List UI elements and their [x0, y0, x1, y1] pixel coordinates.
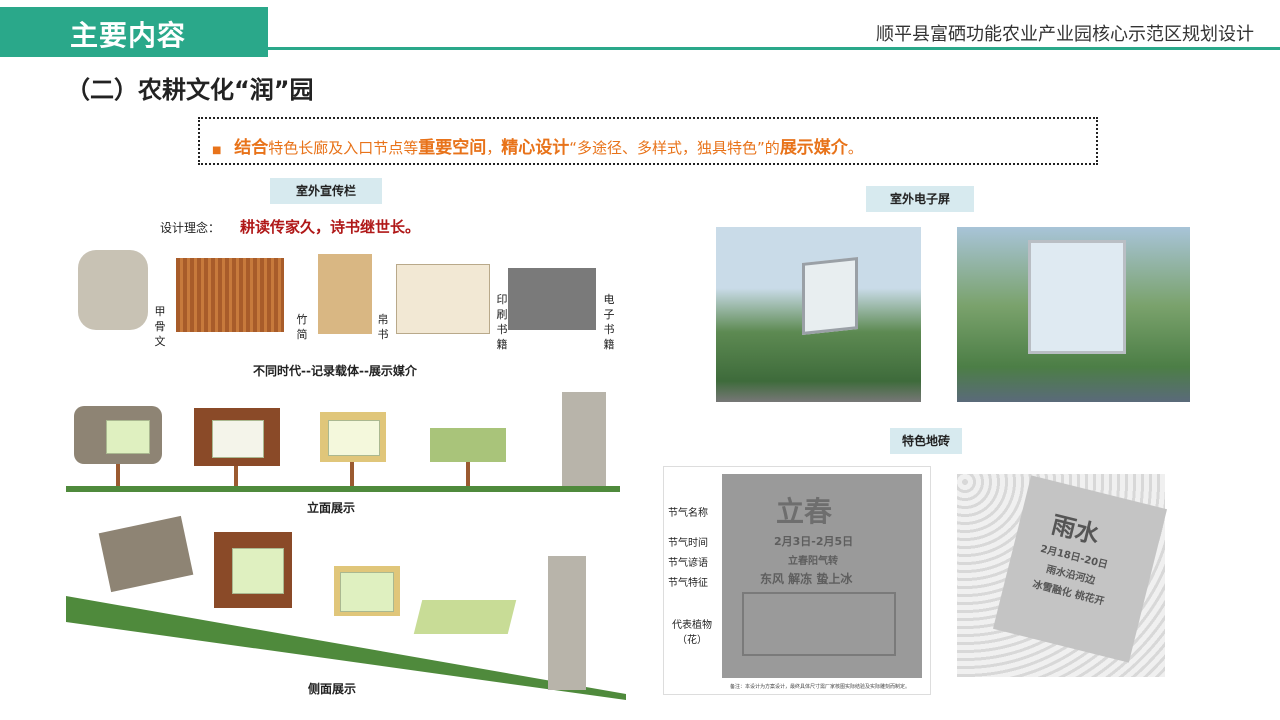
front-caption: 立面展示 [307, 501, 356, 515]
ebook-image [508, 268, 596, 330]
banner-part: “多途径、多样式，独具特色”的 [569, 139, 780, 157]
banner-part: ， [486, 139, 502, 157]
chip-outdoor-screen: 室外电子屏 [866, 186, 974, 212]
screen-device-1 [802, 257, 858, 335]
banner-part: 结合 [234, 138, 269, 158]
media-label: 帛书 [377, 313, 389, 341]
tile-plant-relief [742, 592, 896, 656]
board-post [116, 464, 120, 486]
header-tag: 主要内容 [70, 19, 187, 52]
silk-book-image [318, 254, 372, 334]
side-caption: 侧面展示 [308, 682, 357, 696]
side-board-panel [232, 548, 284, 594]
media-label: 竹简 [296, 313, 308, 341]
concept-label: 设计理念： [160, 221, 221, 235]
board-panel [328, 420, 380, 456]
screen-device-2 [1028, 240, 1126, 354]
board-post [234, 466, 238, 486]
banner-part: 精心设计 [501, 138, 570, 158]
concept-text: 耕读传家久，诗书继世长。 [240, 218, 421, 236]
tile-note: 备注：本设计为方案设计，最终具体尺寸需厂家核图实际结验及实际雕刻而制定。 [730, 684, 911, 690]
bamboo-slip-image [176, 258, 284, 332]
board-panel [106, 420, 150, 454]
tile-callout: 节气特征 [668, 578, 708, 589]
chip-outdoor-board: 室外宣传栏 [270, 178, 382, 204]
board-book [430, 428, 506, 462]
board-post [466, 462, 470, 486]
bullet-icon: ■ [212, 145, 222, 156]
chip-feature-tile: 特色地砖 [890, 428, 962, 454]
side-board-tree [548, 556, 586, 690]
section-title: （二）农耕文化“润”园 [66, 76, 314, 104]
tile-callout: 节气时间 [668, 538, 708, 549]
tile-callout: 节气谚语 [668, 558, 708, 569]
oracle-bone-image [78, 250, 148, 330]
board-tree [562, 392, 606, 486]
timeline-caption: 不同时代--记录载体--展示媒介 [253, 364, 417, 378]
header-rule [268, 47, 1280, 50]
board-post [350, 462, 354, 486]
tile-callout: 节气名称 [668, 508, 708, 519]
banner-part: 展示媒介 [779, 138, 848, 158]
tile-callout: 代表植物（花） [672, 620, 712, 646]
banner-text: ■ 结合特色长廊及入口节点等重要空间，精心设计“多途径、多样式，独具特色”的展示… [212, 133, 863, 158]
tile-big-text: 立春 [776, 495, 833, 528]
side-board-panel [340, 572, 394, 612]
ground-line [66, 486, 620, 492]
tile-date: 2月3日-2月5日 [774, 535, 854, 548]
side-board-book [413, 600, 517, 634]
banner-part: 。 [847, 139, 863, 157]
media-label: 甲骨文 [154, 305, 166, 348]
board-panel [212, 420, 264, 458]
tile-saying: 立春阳气转 [788, 556, 838, 567]
printed-book-image [396, 264, 490, 334]
project-title: 顺平县富硒功能农业产业园核心示范区规划设计 [876, 24, 1254, 45]
media-label: 印刷书籍 [496, 293, 508, 351]
banner-part: 特色长廊及入口节点等 [268, 139, 419, 157]
tile-feature: 东风 解冻 蛰上冰 [760, 572, 853, 586]
media-label: 电子书籍 [603, 293, 615, 351]
banner-part: 重要空间 [418, 138, 487, 158]
